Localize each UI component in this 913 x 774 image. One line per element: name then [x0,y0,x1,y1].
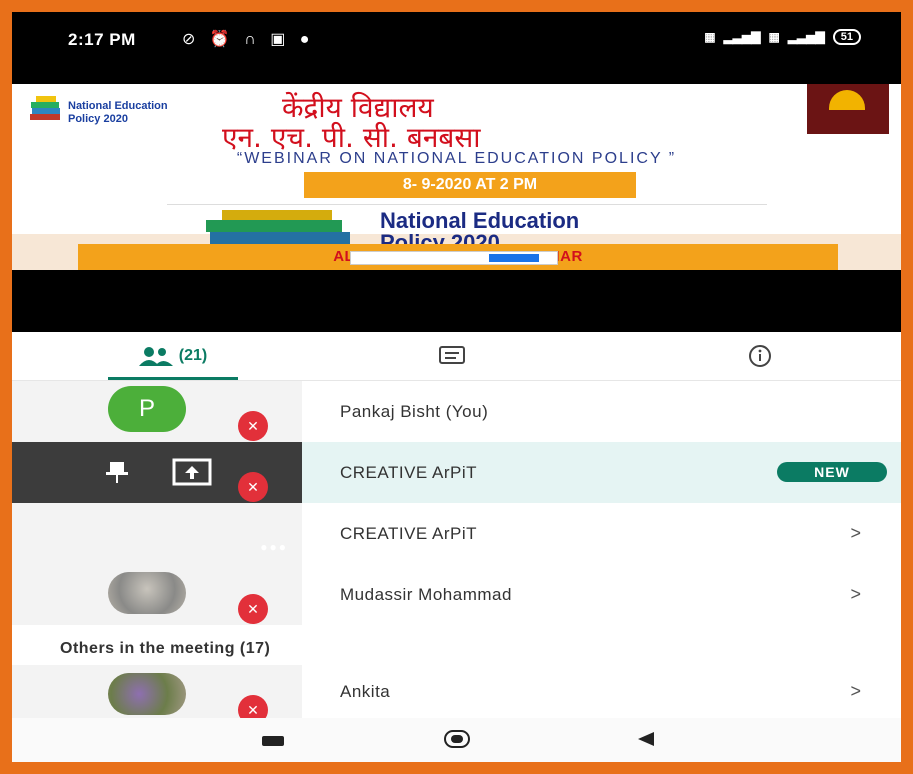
battery-icon: 51 [832,29,861,45]
participant-name: CREATIVE ArPiT [340,463,478,482]
meeting-tabs: (21) [12,332,901,381]
signal-icon-2: ▂▃▅▇ [787,30,825,44]
participant-thumb: ✕ [12,665,302,725]
back-button[interactable] [638,732,654,746]
participant-row-mudassir[interactable]: ✕ Mudassir Mohammad > [12,564,901,625]
presenting-icon [172,458,212,486]
chevron-right-icon[interactable]: > [850,665,861,718]
headphones-icon: ∩ [244,31,256,48]
shared-screen-banner: National Education Policy 2020 केंद्रीय … [12,84,901,284]
sun-emblem-icon [829,90,865,110]
participant-thumb: ✕ [12,442,302,503]
pin-icon[interactable] [104,460,130,484]
participant-row-presenter[interactable]: ✕ CREATIVE ArPiT NEW [12,442,901,503]
phone-screen: 2:17 PM ⊘ ⏰ ∩ ▣ ● ▦ ▂▃▅▇ ▦ ▂▃▅▇ 51 Natio… [12,12,901,762]
signal-icon: ▂▃▅▇ [723,30,761,44]
app-icon: ▣ [270,31,286,48]
participant-video: ●●● [12,503,302,564]
chevron-right-icon[interactable]: > [850,564,861,625]
people-icon [138,347,173,366]
overlay-dialog-button[interactable] [489,254,539,262]
nep-logo: National Education Policy 2020 [28,94,168,134]
volte-icon-2: ▦ [768,30,780,44]
participant-row-ankita[interactable]: ✕ Ankita > [12,665,901,725]
mic-off-icon: ✕ [238,594,268,624]
nep-title-line1: National Education [380,208,580,233]
speaking-indicator-icon: ●●● [260,540,288,554]
avatar: P [108,386,186,432]
overlay-dialog [350,251,558,265]
others-heading: Others in the meeting (17) [60,640,271,657]
location-icon: ● [299,31,310,48]
info-icon [749,345,771,367]
mic-off-icon: ✕ [238,411,268,441]
silent-icon: ⊘ [182,31,196,48]
participant-name: Pankaj Bisht (You) [340,402,489,421]
chevron-right-icon[interactable]: > [850,503,861,564]
signal-area: ▦ ▂▃▅▇ ▦ ▂▃▅▇ 51 [704,29,861,45]
participant-row-you[interactable]: P ✕ Pankaj Bisht (You) [12,381,901,442]
participant-thumb: P ✕ [12,381,302,442]
participant-name: Ankita [340,682,391,701]
alarm-icon: ⏰ [209,31,230,48]
kvs-logo [807,84,889,134]
status-time: 2:17 PM [68,30,136,49]
webinar-title: “WEBINAR ON NATIONAL EDUCATION POLICY ” [236,150,677,167]
tab-info[interactable] [740,332,780,380]
avatar [108,673,186,715]
participant-name: CREATIVE ArPiT [340,524,478,543]
divider [167,204,767,205]
tab-people[interactable]: (21) [108,332,238,380]
recents-button[interactable] [262,736,284,746]
books-icon [30,96,60,120]
people-count: (21) [178,347,208,364]
participant-thumb: ✕ [12,564,302,625]
nep-logo-text: National Education Policy 2020 [68,100,168,125]
volte-icon: ▦ [704,30,716,44]
new-badge: NEW [777,462,887,482]
status-icons: ⊘ ⏰ ∩ ▣ ● [182,29,319,49]
participant-row-video[interactable]: ●●● CREATIVE ArPiT > [12,503,901,564]
android-nav-bar [12,718,901,762]
participant-name: Mudassir Mohammad [340,585,512,604]
home-button[interactable] [444,730,470,748]
active-tab-indicator [108,377,238,380]
chat-icon [439,346,465,364]
presentation-footer [12,270,901,332]
webinar-date: 8- 9-2020 AT 2 PM [304,172,636,198]
mic-off-icon: ✕ [238,472,268,502]
avatar [108,572,186,614]
tab-chat[interactable] [432,332,472,380]
